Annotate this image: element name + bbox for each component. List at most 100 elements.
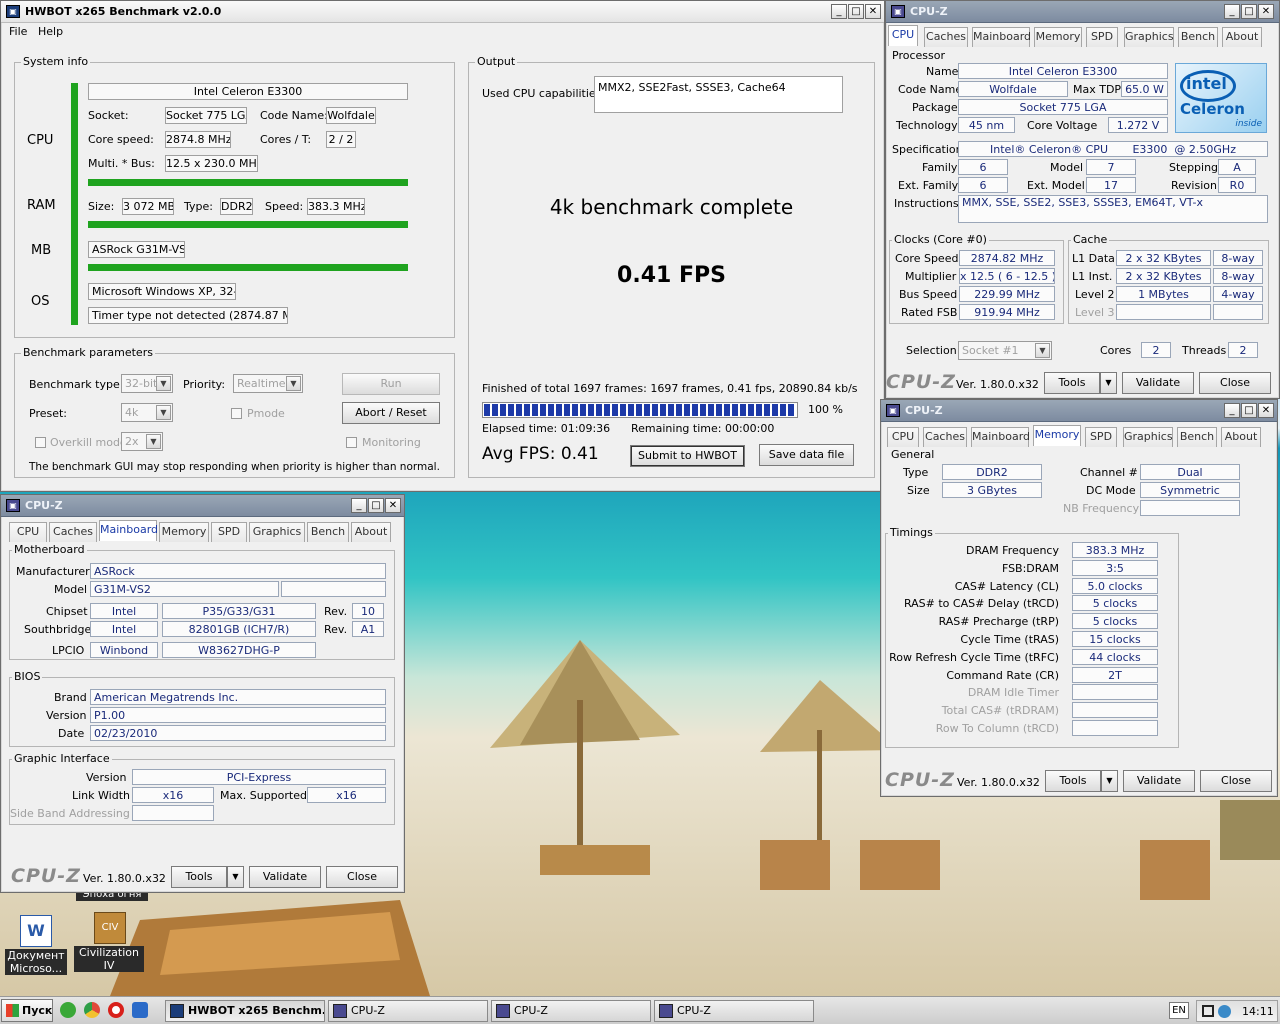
tools-dropdown-arrow[interactable]: ▼	[227, 866, 244, 888]
minimize-button[interactable]: _	[1224, 403, 1240, 418]
minimize-button[interactable]: _	[351, 498, 367, 513]
close-button[interactable]: Close	[1199, 372, 1271, 394]
tab-spd[interactable]: SPD	[1086, 27, 1118, 47]
tools-button[interactable]: Tools	[1045, 770, 1101, 792]
ram-size-label: Size:	[88, 200, 115, 213]
chrome-icon[interactable]	[84, 1002, 100, 1018]
intel-brand-text: intel	[1186, 74, 1227, 93]
tools-dropdown-arrow[interactable]: ▼	[1100, 372, 1117, 394]
run-button[interactable]: Run	[342, 373, 440, 395]
tab-bench[interactable]: Bench	[1178, 27, 1218, 47]
benchmark-type-select[interactable]: 32-bit ▼	[121, 374, 173, 393]
l1i-label: L1 Inst.	[1072, 270, 1113, 283]
window-title: CPU-Z	[910, 5, 948, 18]
tray-icon-display[interactable]	[1202, 1005, 1214, 1017]
tab-caches[interactable]: Caches	[923, 427, 967, 447]
priority-select[interactable]: Realtime ▼	[233, 374, 303, 393]
maximize-button[interactable]: □	[1241, 403, 1257, 418]
vertical-green-bar	[71, 83, 78, 325]
tab-about[interactable]: About	[1221, 427, 1261, 447]
tab-memory[interactable]: Memory	[159, 522, 209, 542]
validate-button[interactable]: Validate	[1122, 372, 1194, 394]
chipset-rev-field: 10	[352, 603, 384, 619]
close-button[interactable]: ✕	[1258, 4, 1274, 19]
tray-icon-network[interactable]	[1218, 1005, 1231, 1018]
tab-graphics[interactable]: Graphics	[1124, 27, 1174, 47]
tools-dropdown-arrow[interactable]: ▼	[1101, 770, 1118, 792]
hwbot-titlebar[interactable]: ▣ HWBOT x265 Benchmark v2.0.0 _ □ ✕	[1, 1, 884, 23]
os-field: Microsoft Windows XP, 32-bit	[88, 283, 236, 300]
maximize-button[interactable]: □	[848, 4, 864, 19]
motherboard-group: Motherboard Manufacturer ASRock Model G3…	[9, 543, 395, 660]
sb-field: 82801GB (ICH7/R)	[162, 621, 316, 637]
tab-about[interactable]: About	[351, 522, 391, 542]
ratedfsb-label: Rated FSB	[901, 306, 958, 319]
tab-about[interactable]: About	[1222, 27, 1262, 47]
maximize-button[interactable]: □	[368, 498, 384, 513]
taskbar-item-cpuz-2[interactable]: CPU-Z	[491, 1000, 651, 1022]
intel-celeron-logo: intel Celeron inside	[1175, 63, 1267, 133]
abort-reset-button[interactable]: Abort / Reset	[342, 402, 440, 424]
tools-button[interactable]: Tools	[1044, 372, 1100, 394]
tab-mainboard[interactable]: Mainboard	[971, 427, 1030, 447]
tab-bench[interactable]: Bench	[1177, 427, 1217, 447]
tab-cpu[interactable]: CPU	[9, 522, 47, 542]
close-button[interactable]: ✕	[1258, 403, 1274, 418]
tab-caches[interactable]: Caches	[49, 522, 97, 542]
taskbar-item-cpuz-1[interactable]: CPU-Z	[328, 1000, 488, 1022]
desktop-icon-label: Документ Microso...	[5, 949, 67, 975]
close-button[interactable]: Close	[326, 866, 398, 888]
tab-cpu[interactable]: CPU	[888, 25, 918, 46]
overkill-select[interactable]: 2x ▼	[121, 432, 163, 451]
opera-icon[interactable]	[108, 1002, 124, 1018]
mb-green-bar	[88, 264, 408, 271]
tab-cpu[interactable]: CPU	[887, 427, 919, 447]
codename-label: Code Name:	[260, 109, 328, 122]
quicklaunch-icon-1[interactable]	[60, 1002, 76, 1018]
tab-bar: CPU Caches Mainboard Memory SPD Graphics…	[888, 25, 1278, 47]
preset-select[interactable]: 4k ▼	[121, 403, 173, 422]
tab-spd[interactable]: SPD	[1085, 427, 1117, 447]
tab-mainboard[interactable]: Mainboard	[99, 520, 158, 541]
timing-label: Row To Column (tRCD)	[935, 722, 1059, 735]
show-desktop-icon[interactable]	[132, 1002, 148, 1018]
save-data-file-button[interactable]: Save data file	[759, 444, 854, 466]
tab-memory[interactable]: Memory	[1033, 425, 1081, 446]
tab-mainboard[interactable]: Mainboard	[972, 27, 1031, 47]
family-label: Family	[922, 161, 958, 174]
close-button[interactable]: ✕	[385, 498, 401, 513]
start-button[interactable]: Пуск	[1, 999, 53, 1022]
menu-help[interactable]: Help	[38, 25, 63, 38]
minimize-button[interactable]: _	[831, 4, 847, 19]
tab-bench[interactable]: Bench	[307, 522, 349, 542]
pmode-checkbox[interactable]	[231, 408, 242, 419]
version-label: Version	[46, 709, 87, 722]
validate-button[interactable]: Validate	[249, 866, 321, 888]
menu-file[interactable]: File	[9, 25, 27, 38]
taskbar-item-hwbot[interactable]: HWBOT x265 Benchm...	[165, 1000, 325, 1022]
cpuz-titlebar[interactable]: ▣ CPU-Z _ □ ✕	[886, 1, 1279, 23]
close-button[interactable]: ✕	[865, 4, 881, 19]
validate-button[interactable]: Validate	[1123, 770, 1195, 792]
desktop-icon-civilization[interactable]: CIV Civilization IV	[74, 912, 146, 972]
submit-to-hwbot-button[interactable]: Submit to HWBOT	[630, 445, 745, 467]
monitoring-checkbox[interactable]	[346, 437, 357, 448]
tab-caches[interactable]: Caches	[924, 27, 968, 47]
cpuz-titlebar[interactable]: ▣ CPU-Z _ □ ✕	[1, 495, 404, 517]
tools-button[interactable]: Tools	[171, 866, 227, 888]
minimize-button[interactable]: _	[1224, 4, 1240, 19]
tab-graphics[interactable]: Graphics	[1123, 427, 1173, 447]
taskbar-item-cpuz-3[interactable]: CPU-Z	[654, 1000, 814, 1022]
maximize-button[interactable]: □	[1241, 4, 1257, 19]
cpuz-titlebar[interactable]: ▣ CPU-Z _ □ ✕	[881, 400, 1277, 422]
close-button[interactable]: Close	[1200, 770, 1272, 792]
overkill-checkbox[interactable]	[35, 437, 46, 448]
elapsed-time: Elapsed time: 01:09:36	[482, 422, 611, 435]
language-indicator[interactable]: EN	[1169, 1002, 1189, 1019]
tab-memory[interactable]: Memory	[1034, 27, 1082, 47]
selection-select[interactable]: Socket #1 ▼	[958, 341, 1052, 360]
tab-spd[interactable]: SPD	[211, 522, 247, 542]
tab-graphics[interactable]: Graphics	[249, 522, 305, 542]
brand-label: Brand	[54, 691, 87, 704]
desktop-icon-document[interactable]: W Документ Microso...	[0, 915, 72, 975]
